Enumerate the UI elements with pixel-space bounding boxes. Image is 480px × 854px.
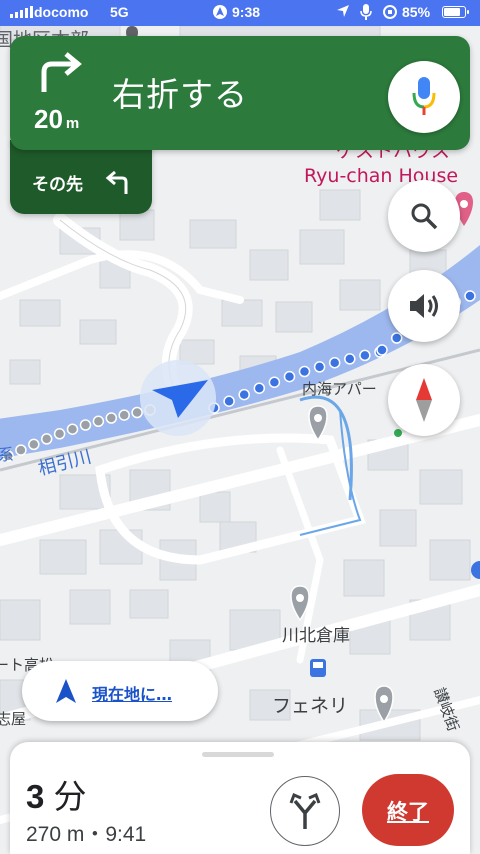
route-dot (79, 419, 92, 431)
distance-unit: m (65, 115, 80, 132)
route-dot (390, 332, 403, 344)
bus-stop-icon[interactable] (310, 659, 326, 677)
apartment-label: 内海アパー (302, 380, 377, 398)
battery-icon (442, 6, 469, 18)
route-dot (131, 406, 143, 419)
map-edge-label: 系 (0, 445, 14, 464)
next-maneuver-card[interactable]: その先 (10, 140, 152, 214)
eta-distance-arrival: 270 m・9:41 (26, 823, 147, 846)
maneuver-distance: 20 m (34, 104, 79, 135)
microphone-icon (412, 77, 436, 121)
microphone-status-icon (360, 4, 372, 23)
location-arrow-icon (336, 4, 350, 21)
distance-value: 20 (34, 104, 63, 134)
current-location-icon (140, 360, 216, 436)
route-dot (15, 444, 27, 456)
voice-search-button[interactable] (388, 61, 460, 133)
turn-right-icon (36, 52, 84, 98)
route-dot (313, 361, 326, 373)
compass-icon (416, 378, 432, 426)
compass-button[interactable] (388, 364, 460, 436)
route-dot (359, 349, 371, 362)
status-time: 9:38 (232, 4, 261, 20)
sound-button[interactable] (388, 270, 460, 342)
exit-navigation-button[interactable]: 終了 (362, 774, 454, 846)
route-dot (53, 428, 66, 440)
route-dot (268, 376, 281, 388)
route-dot (328, 356, 341, 369)
route-dot (253, 382, 266, 394)
route-dot (118, 409, 130, 421)
store-label: フェネリ (272, 695, 348, 717)
search-button[interactable] (388, 180, 460, 252)
navigation-arrow-icon (56, 679, 76, 707)
eta-minutes: 3 (26, 778, 45, 815)
route-dot (223, 395, 235, 407)
trip-summary-sheet[interactable]: 3 分 270 m・9:41 終了 (10, 742, 470, 854)
rotation-lock-icon (382, 4, 398, 23)
battery-percent: 85% (402, 4, 431, 20)
alternate-routes-icon (289, 793, 321, 833)
carrier-name: docomo (34, 4, 89, 20)
route-dot (298, 365, 311, 378)
status-bar: docomo 5G 9:38 85% (0, 0, 480, 26)
recenter-label: 現在地に… (92, 685, 173, 704)
route-dot (376, 344, 388, 356)
turn-left-icon (104, 170, 132, 200)
route-dot (283, 370, 296, 383)
route-dot (40, 433, 53, 445)
route-dot (238, 388, 250, 401)
route-dot (105, 412, 118, 424)
route-dot (92, 415, 105, 428)
recenter-button[interactable]: 現在地に… (22, 661, 218, 721)
navigation-indicator-icon (212, 4, 228, 23)
route-dot (344, 353, 356, 365)
eta-duration: 3 分 (26, 770, 87, 818)
warehouse-label: 川北倉庫 (282, 626, 350, 646)
map-left-label-2: 志屋 (0, 710, 26, 728)
route-dot (66, 423, 79, 435)
maneuver-instruction: 右折する (112, 75, 248, 114)
exit-label: 終了 (387, 800, 429, 824)
sheet-drag-handle[interactable] (202, 752, 274, 757)
signal-strength-icon (10, 6, 33, 18)
eta-unit: 分 (53, 778, 87, 815)
next-maneuver-label: その先 (32, 175, 83, 195)
alternate-routes-button[interactable] (270, 776, 340, 846)
speaker-icon (408, 292, 442, 324)
search-icon (410, 202, 438, 234)
route-dot (464, 290, 476, 302)
route-dot (28, 438, 40, 451)
network-type: 5G (110, 4, 129, 20)
